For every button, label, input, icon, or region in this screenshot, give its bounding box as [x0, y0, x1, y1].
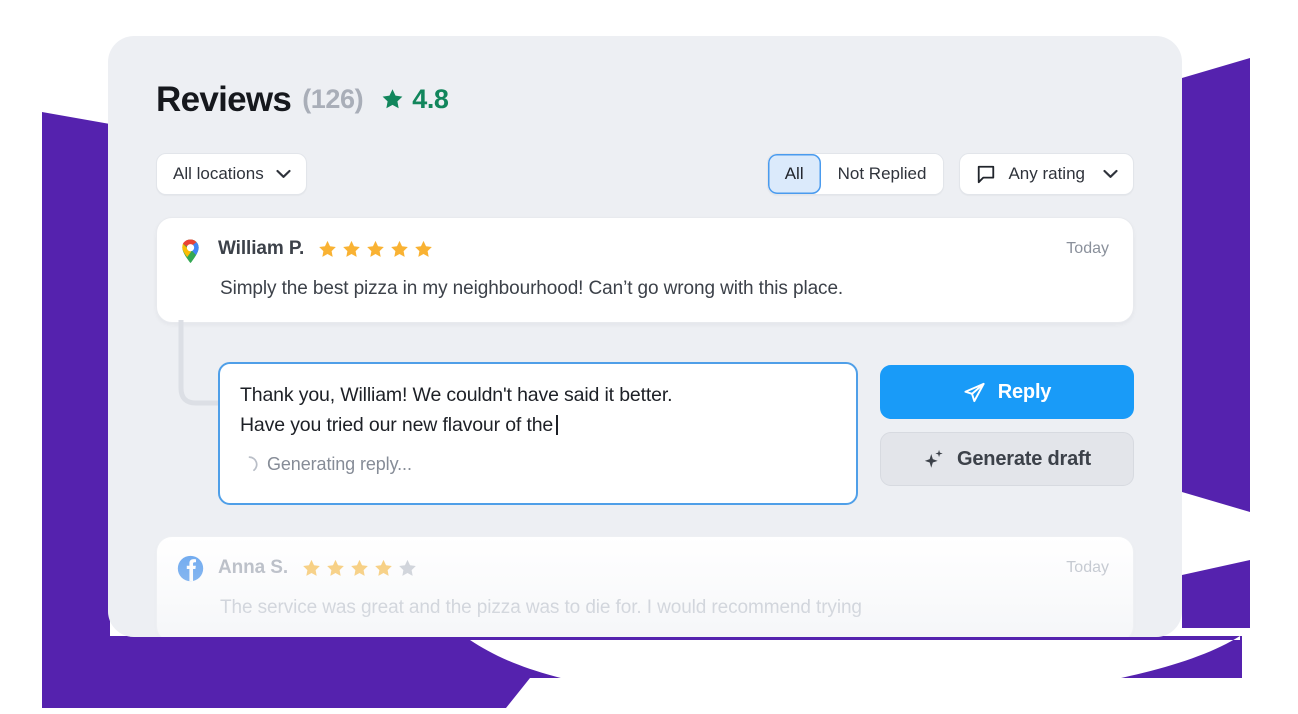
rating-filter-dropdown[interactable]: Any rating — [959, 153, 1134, 195]
review-author: Anna S. — [218, 557, 289, 578]
rating-value: 4.8 — [412, 84, 449, 114]
segment-not-replied[interactable]: Not Replied — [820, 154, 944, 194]
location-filter-dropdown[interactable]: All locations — [156, 153, 307, 195]
generating-status: Generating reply... — [240, 454, 836, 475]
review-timestamp: Today — [1066, 240, 1109, 257]
review-text: The service was great and the pizza was … — [220, 597, 862, 618]
purple-shape-right-upper — [1182, 58, 1250, 512]
purple-shape-right-lower — [1182, 560, 1250, 628]
reply-line-2-wrap: Have you tried our new flavour of the — [240, 411, 836, 441]
reply-line-2: Have you tried our new flavour of the — [240, 413, 554, 436]
segment-all[interactable]: All — [767, 154, 821, 194]
sparkle-icon — [924, 449, 943, 468]
star-icon — [367, 240, 384, 257]
rating-filter-label: Any rating — [1008, 164, 1085, 183]
star-icon — [375, 559, 392, 576]
facebook-icon — [177, 555, 204, 581]
panel-header: Reviews (126) 4.8 — [156, 82, 449, 117]
review-star-rating — [301, 558, 418, 579]
review-star-rating — [317, 239, 434, 260]
purple-shape-bottom — [42, 636, 1242, 708]
location-filter-label: All locations — [173, 164, 264, 183]
purple-shape-bottom-notch — [470, 636, 1240, 706]
reply-status-segmented-control: All Not Replied — [766, 153, 945, 195]
star-icon — [319, 240, 336, 257]
star-icon — [327, 559, 344, 576]
filter-right-group: All Not Replied Any rating — [766, 153, 1134, 195]
composer-actions: Reply Generate draft — [880, 362, 1134, 486]
review-header-row: William P. Today — [176, 236, 1109, 263]
star-icon — [415, 240, 432, 257]
paper-plane-icon — [964, 382, 985, 402]
chevron-down-icon — [276, 169, 291, 178]
average-rating: 4.8 — [380, 84, 449, 114]
star-icon — [351, 559, 368, 576]
star-icon — [382, 89, 403, 109]
screenshot-stage: Reviews (126) 4.8 All locations All Not … — [0, 0, 1298, 714]
review-card[interactable]: Anna S. Today The service was great and … — [156, 536, 1134, 637]
generate-draft-label: Generate draft — [957, 447, 1091, 470]
generate-draft-button[interactable]: Generate draft — [880, 432, 1134, 486]
speech-bubble-icon — [978, 165, 995, 184]
filter-bar: All locations All Not Replied Any rating — [156, 153, 1134, 195]
star-icon — [399, 559, 416, 576]
reply-textarea[interactable]: Thank you, William! We couldn't have sai… — [218, 362, 858, 505]
reply-button-label: Reply — [997, 380, 1052, 403]
reply-line-1: Thank you, William! We couldn't have sai… — [240, 384, 673, 406]
text-caret — [556, 414, 558, 435]
spinner-icon — [248, 456, 258, 472]
review-header-row: Anna S. Today — [176, 555, 1109, 581]
review-timestamp: Today — [1066, 559, 1109, 576]
chevron-down-icon — [1103, 169, 1118, 178]
reply-button[interactable]: Reply — [880, 365, 1134, 419]
google-maps-pin-icon — [182, 239, 199, 263]
review-author: William P. — [218, 238, 305, 259]
reviews-panel: Reviews (126) 4.8 All locations All Not … — [108, 36, 1182, 637]
star-icon — [391, 240, 408, 257]
generating-status-label: Generating reply... — [267, 454, 412, 475]
page-title: Reviews — [156, 80, 292, 119]
review-card[interactable]: William P. Today Simply the best pizza i… — [156, 217, 1134, 323]
reply-composer: Thank you, William! We couldn't have sai… — [218, 362, 1134, 505]
review-text: Simply the best pizza in my neighbourhoo… — [220, 278, 844, 299]
purple-shape-left — [42, 112, 110, 640]
star-icon — [303, 559, 320, 576]
review-count: (126) — [302, 84, 364, 114]
star-icon — [343, 240, 360, 257]
